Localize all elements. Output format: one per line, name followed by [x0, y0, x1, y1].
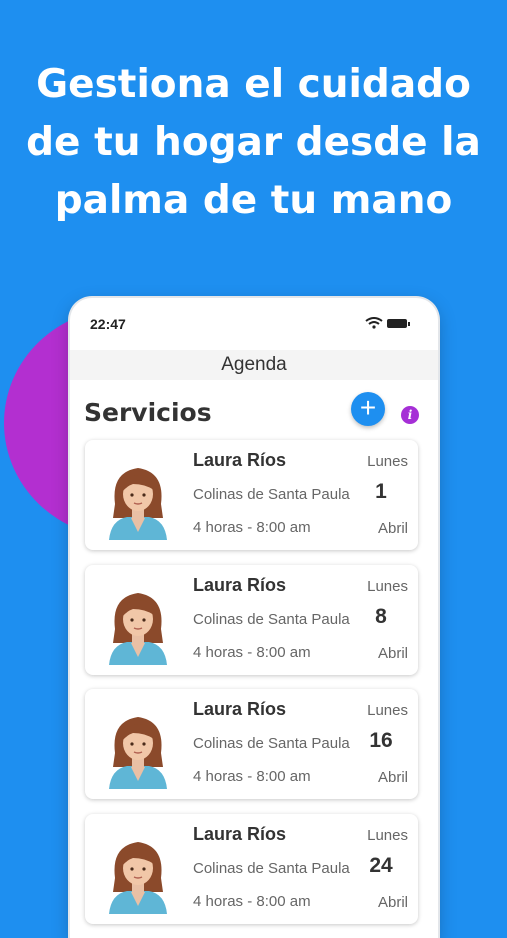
- section-title: Servicios: [84, 398, 212, 427]
- status-bar: 22:47: [70, 298, 438, 350]
- service-month: Abril: [377, 894, 408, 911]
- service-day-number: 16: [369, 729, 393, 752]
- service-day-name: Lunes: [367, 578, 408, 595]
- service-address: Colinas de Santa Paula: [193, 735, 350, 752]
- phone-mockup: 22:47 Agenda Servicios + i Laura Ríos Co…: [70, 298, 438, 938]
- service-hours: 4 horas - 8:00 am: [193, 644, 311, 661]
- headline: Gestiona el cuidado de tu hogar desde la…: [0, 56, 507, 230]
- app-bar: Agenda: [70, 350, 438, 380]
- caregiver-avatar: [109, 842, 167, 914]
- service-card[interactable]: Laura Ríos Colinas de Santa Paula 4 hora…: [85, 440, 418, 550]
- service-day-number: 8: [375, 605, 387, 628]
- headline-line-2: de tu hogar desde la: [26, 120, 481, 165]
- service-day-name: Lunes: [367, 827, 408, 844]
- service-month: Abril: [377, 520, 408, 537]
- app-bar-title: Agenda: [221, 354, 287, 375]
- service-address: Colinas de Santa Paula: [193, 860, 350, 877]
- caregiver-name: Laura Ríos: [193, 575, 287, 595]
- caregiver-avatar: [109, 468, 167, 540]
- caregiver-name: Laura Ríos: [193, 699, 287, 719]
- service-month: Abril: [377, 769, 408, 786]
- caregiver-name: Laura Ríos: [193, 450, 287, 470]
- info-icon[interactable]: i: [401, 406, 419, 424]
- caregiver-name: Laura Ríos: [193, 824, 287, 844]
- headline-line-3: palma de tu mano: [54, 178, 453, 223]
- service-day-number: 24: [369, 854, 393, 877]
- service-month: Abril: [377, 645, 408, 662]
- plus-icon: +: [359, 392, 377, 423]
- status-time: 22:47: [90, 316, 126, 332]
- service-day-name: Lunes: [367, 453, 408, 470]
- service-hours: 4 horas - 8:00 am: [193, 768, 311, 785]
- add-service-button[interactable]: +: [351, 392, 385, 426]
- wifi-icon: [365, 317, 383, 329]
- battery-icon: [387, 319, 410, 328]
- caregiver-avatar: [109, 717, 167, 789]
- service-card[interactable]: Laura Ríos Colinas de Santa Paula 4 hora…: [85, 814, 418, 924]
- caregiver-avatar: [109, 593, 167, 665]
- headline-line-1: Gestiona el cuidado: [36, 62, 471, 107]
- service-address: Colinas de Santa Paula: [193, 486, 350, 503]
- service-day-name: Lunes: [367, 702, 408, 719]
- service-hours: 4 horas - 8:00 am: [193, 519, 311, 536]
- service-address: Colinas de Santa Paula: [193, 611, 350, 628]
- service-card[interactable]: Laura Ríos Colinas de Santa Paula 4 hora…: [85, 689, 418, 799]
- service-day-number: 1: [375, 480, 387, 503]
- service-hours: 4 horas - 8:00 am: [193, 893, 311, 910]
- service-card[interactable]: Laura Ríos Colinas de Santa Paula 4 hora…: [85, 565, 418, 675]
